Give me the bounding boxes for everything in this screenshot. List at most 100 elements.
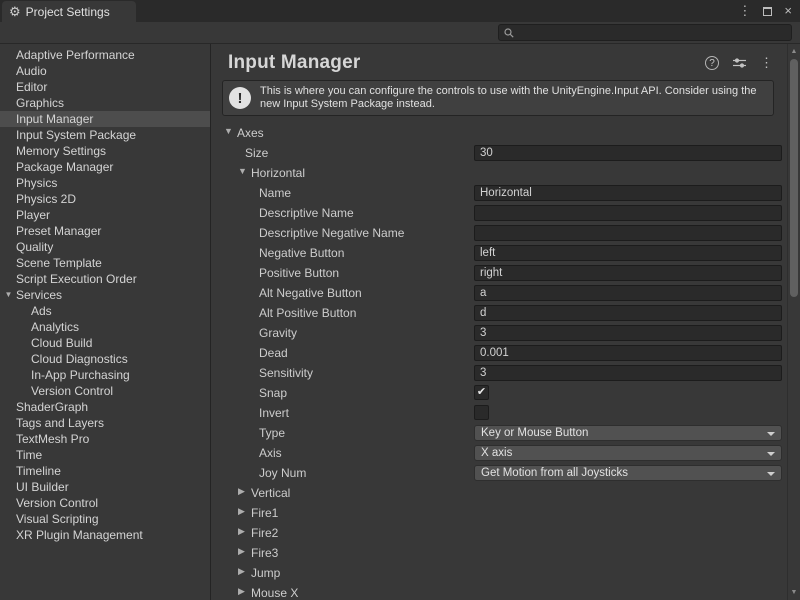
sidebar-item-timeline[interactable]: Timeline (0, 463, 210, 479)
sidebar-item-shadergraph[interactable]: ShaderGraph (0, 399, 210, 415)
sidebar-item-label: Physics (16, 176, 57, 190)
sidebar-item-version-control[interactable]: Version Control (0, 383, 210, 399)
tab-project-settings[interactable]: ⚙ Project Settings (2, 1, 136, 22)
checkbox-snap[interactable]: ✔ (474, 385, 489, 400)
property-label: Invert (259, 406, 289, 420)
sidebar-item-version-control[interactable]: Version Control (0, 495, 210, 511)
sidebar-item-label: Adaptive Performance (16, 48, 135, 62)
more-menu-icon[interactable]: ⋮ (760, 55, 773, 71)
close-icon[interactable]: × (784, 2, 792, 20)
sidebar-item-label: In-App Purchasing (31, 368, 130, 382)
property-label: Size (245, 146, 268, 160)
sidebar: Adaptive PerformanceAudioEditorGraphicsI… (0, 44, 211, 600)
sidebar-item-label: Physics 2D (16, 192, 76, 206)
sidebar-item-physics[interactable]: Physics (0, 175, 210, 191)
sidebar-item-preset-manager[interactable]: Preset Manager (0, 223, 210, 239)
sidebar-item-scene-template[interactable]: Scene Template (0, 255, 210, 271)
foldout-triangle-icon[interactable]: ▼ (224, 127, 233, 136)
property-label: Axis (259, 446, 282, 460)
foldout-triangle-icon[interactable]: ▶ (238, 487, 245, 496)
sidebar-item-ads[interactable]: Ads (0, 303, 210, 319)
sidebar-item-script-execution-order[interactable]: Script Execution Order (0, 271, 210, 287)
dropdown-axis[interactable]: X axis (474, 445, 782, 461)
text-field-descriptive-negative-name[interactable] (474, 225, 782, 241)
text-field-name[interactable]: Horizontal (474, 185, 782, 201)
scrollbar-thumb[interactable] (790, 59, 798, 297)
window-menu-icon[interactable]: ⋮ (738, 2, 751, 20)
presets-icon[interactable] (732, 57, 747, 69)
sidebar-item-label: Input Manager (16, 112, 93, 126)
sidebar-item-xr-plugin-management[interactable]: XR Plugin Management (0, 527, 210, 543)
row-jump[interactable]: ▶Jump (211, 563, 787, 583)
sidebar-item-textmesh-pro[interactable]: TextMesh Pro (0, 431, 210, 447)
sidebar-item-label: UI Builder (16, 480, 69, 494)
foldout-triangle-icon[interactable]: ▶ (238, 547, 245, 556)
sidebar-item-audio[interactable]: Audio (0, 63, 210, 79)
foldout-triangle-icon[interactable]: ▼ (3, 287, 14, 303)
foldout-triangle-icon[interactable]: ▶ (238, 587, 245, 596)
sidebar-item-editor[interactable]: Editor (0, 79, 210, 95)
row-fire1[interactable]: ▶Fire1 (211, 503, 787, 523)
foldout-triangle-icon[interactable]: ▶ (238, 527, 245, 536)
sidebar-item-input-manager[interactable]: Input Manager (0, 111, 210, 127)
search-box[interactable] (498, 24, 792, 41)
foldout-triangle-icon[interactable]: ▶ (238, 567, 245, 576)
row-negative-button: Negative Buttonleft (211, 243, 787, 263)
info-icon: ! (229, 87, 251, 109)
row-axis: Axis X axis (211, 443, 787, 463)
text-field-alt-positive-button[interactable]: d (474, 305, 782, 321)
sidebar-item-physics-2d[interactable]: Physics 2D (0, 191, 210, 207)
foldout-triangle-icon[interactable]: ▼ (238, 167, 247, 176)
text-field-positive-button[interactable]: right (474, 265, 782, 281)
search-icon (504, 28, 514, 38)
sidebar-item-time[interactable]: Time (0, 447, 210, 463)
property-label: Name (259, 186, 291, 200)
sidebar-item-package-manager[interactable]: Package Manager (0, 159, 210, 175)
row-vertical[interactable]: ▶Vertical (211, 483, 787, 503)
property-label: Type (259, 426, 285, 440)
sidebar-item-player[interactable]: Player (0, 207, 210, 223)
property-label: Alt Positive Button (259, 306, 356, 320)
sidebar-item-ui-builder[interactable]: UI Builder (0, 479, 210, 495)
foldout-triangle-icon[interactable]: ▶ (238, 507, 245, 516)
sidebar-item-cloud-build[interactable]: Cloud Build (0, 335, 210, 351)
text-field-negative-button[interactable]: left (474, 245, 782, 261)
row-axes[interactable]: ▼Axes (211, 123, 787, 143)
sidebar-item-memory-settings[interactable]: Memory Settings (0, 143, 210, 159)
sidebar-item-quality[interactable]: Quality (0, 239, 210, 255)
dropdown-joy-num[interactable]: Get Motion from all Joysticks (474, 465, 782, 481)
text-field-gravity[interactable]: 3 (474, 325, 782, 341)
row-fire3[interactable]: ▶Fire3 (211, 543, 787, 563)
sidebar-item-input-system-package[interactable]: Input System Package (0, 127, 210, 143)
sidebar-item-services[interactable]: ▼Services (0, 287, 210, 303)
sidebar-item-label: Script Execution Order (16, 272, 137, 286)
text-field-dead[interactable]: 0.001 (474, 345, 782, 361)
sidebar-item-tags-and-layers[interactable]: Tags and Layers (0, 415, 210, 431)
text-field-descriptive-name[interactable] (474, 205, 782, 221)
scroll-up-icon[interactable]: ▲ (788, 48, 800, 55)
sidebar-item-analytics[interactable]: Analytics (0, 319, 210, 335)
checkbox-invert[interactable] (474, 405, 489, 420)
text-field-size[interactable]: 30 (474, 145, 782, 161)
text-field-alt-negative-button[interactable]: a (474, 285, 782, 301)
sidebar-item-cloud-diagnostics[interactable]: Cloud Diagnostics (0, 351, 210, 367)
sidebar-item-graphics[interactable]: Graphics (0, 95, 210, 111)
help-icon[interactable]: ? (705, 56, 719, 70)
scroll-down-icon[interactable]: ▼ (788, 589, 800, 596)
property-label: Descriptive Name (259, 206, 354, 220)
property-label: Dead (259, 346, 288, 360)
row-fire2[interactable]: ▶Fire2 (211, 523, 787, 543)
vertical-scrollbar[interactable]: ▲ ▼ (787, 44, 800, 600)
project-settings-window: ⚙ Project Settings ⋮ × Adaptive Performa… (0, 0, 800, 600)
sidebar-item-in-app-purchasing[interactable]: In-App Purchasing (0, 367, 210, 383)
text-field-sensitivity[interactable]: 3 (474, 365, 782, 381)
maximize-icon[interactable] (763, 7, 772, 16)
sidebar-item-visual-scripting[interactable]: Visual Scripting (0, 511, 210, 527)
row-horizontal[interactable]: ▼Horizontal (211, 163, 787, 183)
sidebar-item-label: TextMesh Pro (16, 432, 89, 446)
search-input[interactable] (518, 25, 786, 40)
sidebar-item-label: Visual Scripting (16, 512, 99, 526)
sidebar-item-adaptive-performance[interactable]: Adaptive Performance (0, 47, 210, 63)
dropdown-type[interactable]: Key or Mouse Button (474, 425, 782, 441)
row-mouse-x[interactable]: ▶Mouse X (211, 583, 787, 600)
